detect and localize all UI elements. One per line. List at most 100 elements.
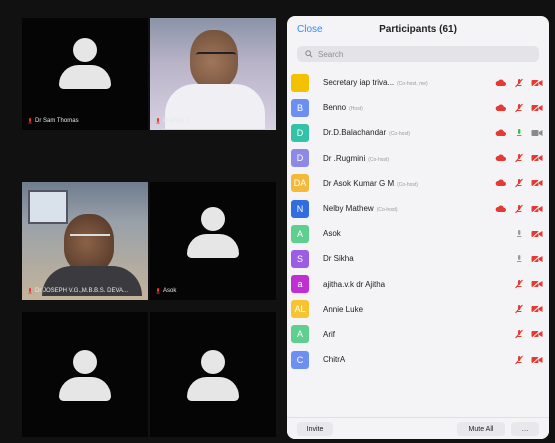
- participant-avatar: D: [291, 149, 309, 168]
- participant-row[interactable]: B Benno (Host): [287, 95, 549, 120]
- mic-muted-icon: [515, 78, 523, 87]
- participant-avatar: [291, 73, 309, 92]
- participant-avatar: N: [291, 199, 309, 218]
- participant-name: Arif: [323, 330, 338, 339]
- panel-footer: Invite Mute All …: [287, 417, 549, 439]
- participant-status-icons: [513, 279, 543, 289]
- avatar-placeholder: [183, 350, 243, 410]
- participant-name: Dr .Rugmini (Co-host): [323, 154, 389, 163]
- participant-avatar: B: [291, 98, 309, 117]
- tile-name-label: Dr Sam Thomas: [28, 118, 79, 124]
- tile-name-label: Prathap C: [156, 118, 190, 124]
- tile-name-label: Asok: [156, 288, 176, 294]
- tile-name-label: Dr JOSEPH V.G.,M.B.B.S. DEVA...: [28, 288, 128, 294]
- search-placeholder: Search: [318, 49, 344, 59]
- search-input[interactable]: Search: [297, 46, 539, 62]
- avatar-placeholder: [55, 350, 115, 410]
- participant-row[interactable]: a ajitha.v.k dr Ajitha: [287, 272, 549, 297]
- cloud-record-icon: [495, 205, 507, 212]
- search-icon: [305, 50, 313, 58]
- panel-title: Participants (61): [379, 24, 457, 35]
- mic-muted-icon: [28, 288, 32, 294]
- participant-row[interactable]: AL Annie Luke: [287, 297, 549, 322]
- video-off-icon: [531, 204, 543, 213]
- participant-name: Dr.D.Balachandar (Co-host): [323, 128, 410, 137]
- video-off-icon: [531, 103, 543, 113]
- cloud-record-icon: [495, 154, 507, 162]
- mic-muted-icon: [156, 288, 160, 294]
- invite-button[interactable]: Invite: [297, 422, 333, 436]
- video-tile-prathap[interactable]: Prathap C: [150, 18, 276, 130]
- participant-row[interactable]: A Arif: [287, 322, 549, 347]
- participant-role: (Co-host): [368, 156, 390, 163]
- participant-video: [22, 182, 148, 300]
- participant-avatar: AL: [291, 300, 309, 319]
- participant-avatar: C: [291, 350, 309, 369]
- participant-name: Dr Sikha: [323, 254, 357, 263]
- participant-avatar: A: [291, 325, 309, 344]
- participant-row[interactable]: D Dr.D.Balachandar (Co-host): [287, 120, 549, 145]
- participant-role: (Co-host): [397, 181, 418, 188]
- participant-row[interactable]: A Asok: [287, 221, 549, 246]
- video-tile-joseph[interactable]: Dr JOSEPH V.G.,M.B.B.S. DEVA...: [22, 182, 148, 300]
- video-off-icon: [531, 304, 543, 314]
- participant-name-text: Benno: [323, 103, 347, 113]
- avatar-placeholder: [55, 38, 115, 98]
- mic-muted-icon: [156, 118, 160, 124]
- participant-name-text: Dr Asok Kumar G M: [323, 178, 395, 188]
- participant-row[interactable]: N Nelby Mathew (Co-host): [287, 196, 549, 221]
- cloud-record-icon: [495, 79, 507, 86]
- participant-row[interactable]: DA Dr Asok Kumar G M (Co-host): [287, 171, 549, 196]
- participant-status-icons: [513, 355, 543, 365]
- more-options-button[interactable]: …: [511, 422, 539, 436]
- participant-status-icons: [513, 229, 543, 239]
- mic-icon: [517, 254, 522, 262]
- panel-header: Close Participants (61): [287, 16, 549, 44]
- participants-panel: Close Participants (61) Search Secretary…: [287, 16, 549, 439]
- participant-name-text: Dr .Rugmini: [323, 153, 366, 163]
- mic-icon: [517, 229, 522, 237]
- participant-row[interactable]: C ChitrA: [287, 347, 549, 372]
- participant-name-text: Arif: [323, 329, 335, 339]
- participant-name: Dr Asok Kumar G M (Co-host): [323, 179, 418, 188]
- participant-name: Annie Luke: [323, 305, 366, 314]
- video-off-icon: [531, 355, 543, 364]
- participant-row[interactable]: S Dr Sikha: [287, 246, 549, 271]
- zoom-meeting-window: Dr Sam Thomas Prathap C Dr JOSEPH V.G.,M…: [0, 0, 555, 443]
- video-off-icon: [531, 78, 543, 87]
- participant-status-icons: [513, 304, 543, 314]
- mic-muted-icon: [515, 103, 523, 113]
- participant-name: ChitrA: [323, 355, 348, 364]
- participant-status-icons: [495, 103, 543, 113]
- mic-muted-icon: [515, 279, 523, 289]
- participant-status-icons: [513, 254, 543, 264]
- video-tile-asok[interactable]: Asok: [150, 182, 276, 300]
- video-tile-sam-thomas[interactable]: Dr Sam Thomas: [22, 18, 148, 130]
- video-off-icon: [531, 279, 543, 289]
- participant-row[interactable]: D Dr .Rugmini (Co-host): [287, 146, 549, 171]
- participant-name-text: Annie Luke: [323, 304, 364, 314]
- participant-name-text: Asok: [323, 229, 341, 239]
- participant-status-icons: [495, 78, 543, 88]
- participant-avatar: a: [291, 275, 309, 294]
- mic-muted-icon: [515, 179, 523, 188]
- participant-name: Secretary iap triva... (Co-host, me): [323, 78, 428, 87]
- video-tile-5[interactable]: [22, 312, 148, 437]
- participant-avatar: A: [291, 224, 309, 243]
- participant-name: Nelby Mathew (Co-host): [323, 204, 398, 213]
- participant-role: (Co-host, me): [397, 81, 428, 88]
- video-tile-6[interactable]: [150, 312, 276, 437]
- mute-all-button[interactable]: Mute All: [457, 422, 505, 436]
- participant-name-text: Secretary iap triva...: [323, 78, 395, 88]
- participant-name-text: Dr.D.Balachandar: [323, 128, 387, 138]
- participant-row[interactable]: Secretary iap triva... (Co-host, me): [287, 70, 549, 95]
- video-off-icon: [531, 153, 543, 163]
- mic-muted-icon: [515, 153, 523, 163]
- participant-name-text: ajitha.v.k dr Ajitha: [323, 279, 386, 289]
- participant-status-icons: [495, 128, 543, 138]
- participant-video: [150, 18, 276, 130]
- participant-name: Benno (Host): [323, 103, 363, 112]
- participant-avatar: DA: [291, 174, 309, 193]
- participant-role: (Co-host): [376, 207, 398, 214]
- participant-status-icons: [513, 329, 543, 339]
